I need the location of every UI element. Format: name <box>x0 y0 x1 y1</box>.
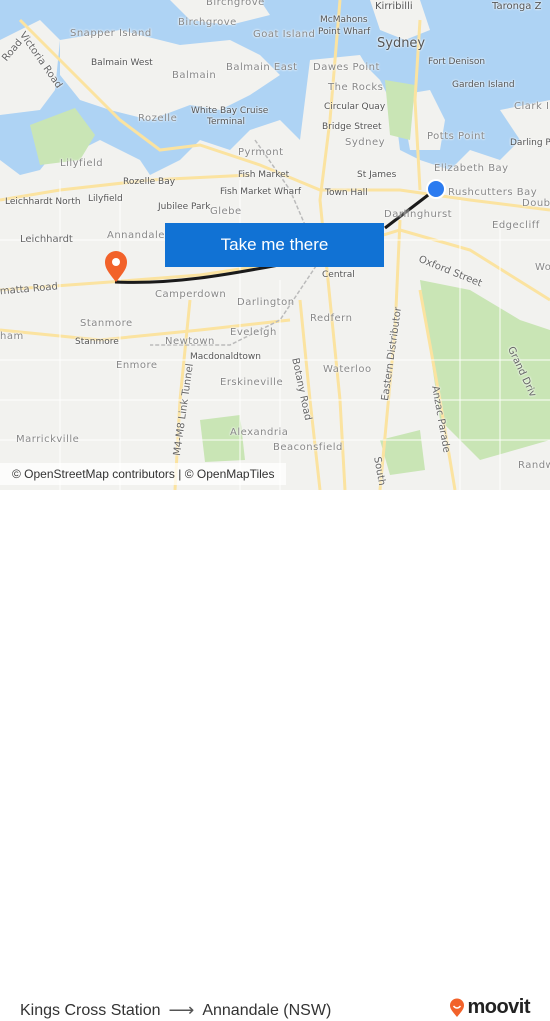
map-label: Alexandria <box>230 427 289 438</box>
map-label: Stanmore <box>75 337 119 347</box>
map-label: Stanmore <box>80 318 133 329</box>
map-label: Sydney <box>345 137 386 148</box>
map-label: Snapper Island <box>70 28 152 39</box>
map-label: Enmore <box>116 360 158 371</box>
map-label: McMahons <box>320 15 368 25</box>
map[interactable]: Birchgrove Birchgrove Snapper Island Goa… <box>0 0 550 490</box>
destination-name: Annandale (NSW) <box>202 1001 332 1019</box>
map-label: Fish Market Wharf <box>220 187 302 197</box>
map-label: Jubilee Park <box>158 202 211 212</box>
map-label: Lilyfield <box>60 158 104 169</box>
map-label: Balmain West <box>91 58 153 68</box>
map-label: Fort Denison <box>428 57 486 67</box>
map-label: Dawes Point <box>313 62 380 73</box>
map-label: Lilyfield <box>88 194 123 204</box>
map-label: Balmain <box>172 70 217 81</box>
footer: Kings Cross Station ⟶ Annandale (NSW) mo… <box>0 490 550 1020</box>
map-label: Rozelle <box>138 113 178 124</box>
map-label: Eveleigh <box>230 327 277 338</box>
map-label: Beaconsfield <box>273 442 343 453</box>
map-label: Annandale <box>107 230 165 241</box>
map-label: Newtown <box>165 336 215 347</box>
map-label: Darlinghurst <box>384 209 453 220</box>
map-label: Rushcutters Bay <box>448 187 538 198</box>
map-label: The Rocks <box>328 82 384 93</box>
map-label: Waterloo <box>323 364 372 375</box>
map-label: Leichhardt <box>20 234 73 245</box>
map-label: Randw <box>518 460 550 471</box>
map-attribution[interactable]: © OpenStreetMap contributors | © OpenMap… <box>0 463 287 485</box>
map-label: Glebe <box>210 206 242 217</box>
map-label: Birchgrove <box>206 0 265 8</box>
map-label: Fish Market <box>238 170 290 180</box>
map-label: Circular Quay <box>324 102 386 112</box>
moovit-logo-text: moovit <box>467 996 530 1018</box>
map-label: Marrickville <box>16 434 80 445</box>
map-label: Kirribilli <box>375 1 413 12</box>
map-label: Rozelle Bay <box>123 177 176 187</box>
origin-name: Kings Cross Station <box>20 1001 161 1019</box>
arrow-right-icon: ⟶ <box>168 1000 195 1020</box>
map-label: Goat Island <box>253 29 316 40</box>
map-label: Wo <box>535 262 550 273</box>
take-me-there-button[interactable]: Take me there <box>165 223 384 267</box>
map-label: Central <box>322 270 355 280</box>
moovit-logo[interactable]: moovit <box>449 996 530 1019</box>
map-label: Birchgrove <box>178 17 237 28</box>
map-label: Garden Island <box>452 80 515 90</box>
map-label: Edgecliff <box>492 220 540 231</box>
map-label: Potts Point <box>427 131 486 142</box>
map-label: Macdonaldtown <box>190 352 261 362</box>
destination-pin-icon <box>105 251 127 282</box>
map-label: Redfern <box>310 313 353 324</box>
map-label: Leichhardt North <box>5 197 81 207</box>
map-label: Camperdown <box>155 289 227 300</box>
park <box>200 415 245 462</box>
map-label: Darling Po <box>510 138 550 148</box>
map-label: Clark I <box>514 101 550 112</box>
map-label: Elizabeth Bay <box>434 163 509 174</box>
map-label: Balmain East <box>226 62 298 73</box>
map-label: Town Hall <box>325 188 368 198</box>
map-label: Doub <box>522 198 550 209</box>
map-label: Darlington <box>237 297 295 308</box>
map-label: ham <box>0 331 24 342</box>
map-label: Bridge Street <box>322 122 382 132</box>
map-label: Point Wharf <box>318 27 371 37</box>
map-label: Terminal <box>207 117 246 127</box>
route-summary: Kings Cross Station ⟶ Annandale (NSW) <box>20 1000 331 1021</box>
map-label: Pyrmont <box>238 147 284 158</box>
park <box>380 430 425 475</box>
map-label: Erskineville <box>220 377 284 388</box>
origin-marker <box>426 179 446 199</box>
map-label: Taronga Z <box>492 1 542 12</box>
map-label: St James <box>357 170 397 180</box>
moovit-pin-icon <box>450 998 465 1017</box>
map-label: White Bay Cruise <box>191 106 269 116</box>
map-label: Sydney <box>377 36 426 51</box>
park <box>385 80 415 140</box>
